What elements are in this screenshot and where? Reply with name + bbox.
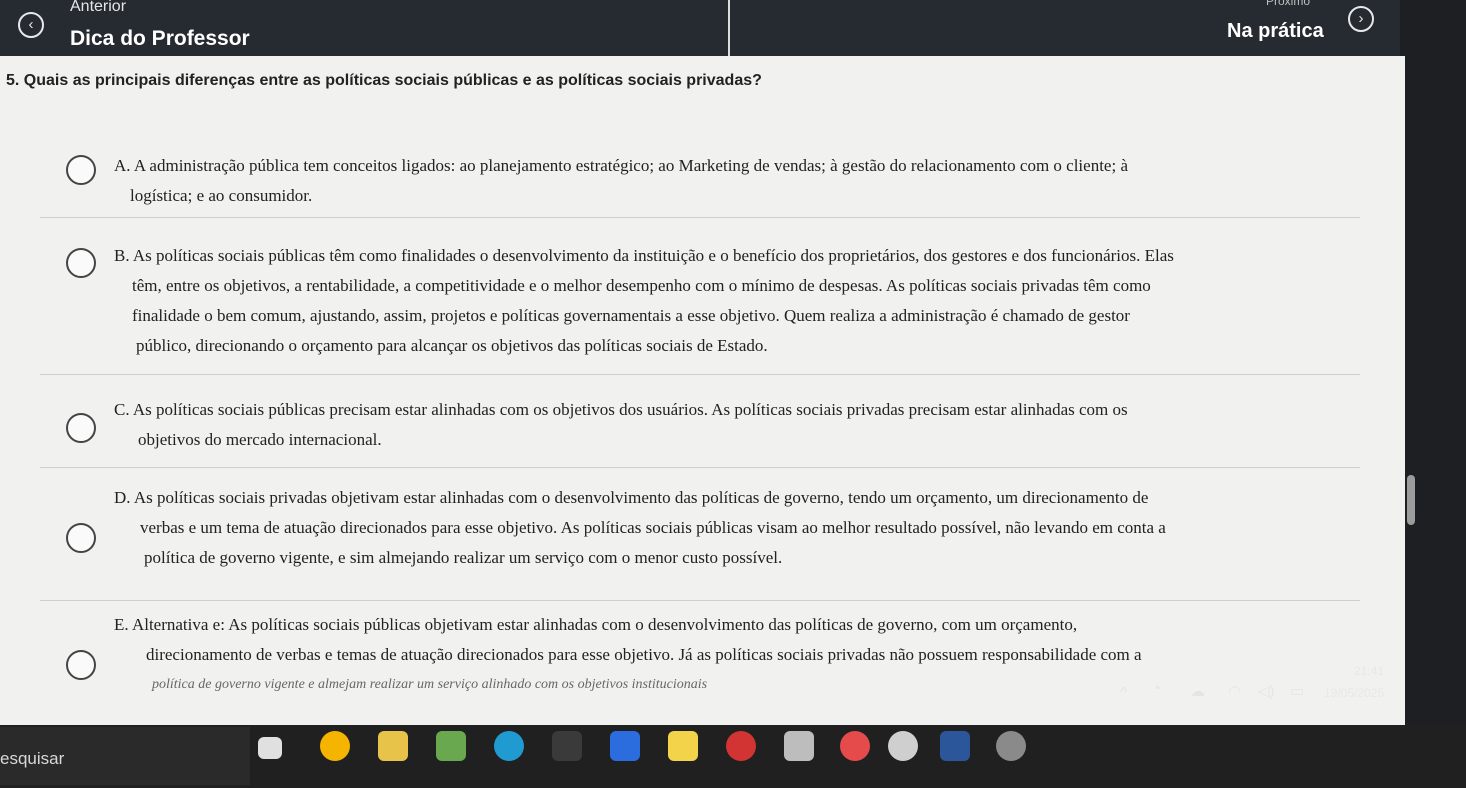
question-text: 5. Quais as principais diferenças entre …	[6, 72, 762, 89]
option-e-line-2: direcionamento de verbas e temas de atua…	[146, 645, 1142, 664]
option-b-line-3: finalidade o bem comum, ajustando, assim…	[132, 306, 1130, 325]
clock-date: 19/05/2025	[1324, 686, 1385, 700]
option-c-text: C. As políticas sociais públicas precisa…	[114, 395, 1350, 455]
wifi-icon[interactable]: ◠	[1228, 682, 1241, 700]
lesson-nav-bar: ‹ Anterior Dica do Professor Próximo Na …	[0, 0, 1400, 56]
radio-option-b[interactable]	[66, 248, 96, 278]
system-clock[interactable]: 21:41 19/05/2025	[1324, 664, 1384, 700]
headset-icon[interactable]	[888, 731, 918, 761]
calculator-icon[interactable]	[552, 731, 582, 761]
canva-icon[interactable]	[610, 731, 640, 761]
nav-divider	[728, 0, 730, 56]
edge-icon[interactable]	[494, 731, 524, 761]
option-c-line-2: objetivos do mercado internacional.	[138, 430, 382, 449]
option-a-line-2: logística; e ao consumidor.	[130, 186, 313, 205]
previous-title[interactable]: Dica do Professor	[70, 27, 250, 51]
option-e-line-3: política de governo vigente e almejam re…	[152, 677, 708, 692]
radio-option-e[interactable]	[66, 650, 96, 680]
option-separator	[40, 217, 1360, 218]
option-e-line-1: E. Alternativa e: As políticas sociais p…	[114, 615, 1078, 634]
question-panel: 5. Quais as principais diferenças entre …	[0, 56, 1405, 788]
radio-option-a[interactable]	[66, 155, 96, 185]
option-b-line-1: B. As políticas sociais públicas têm com…	[114, 246, 1174, 265]
option-b-line-2: têm, entre os objetivos, a rentabilidade…	[132, 276, 1151, 295]
file-explorer-icon[interactable]	[378, 731, 408, 761]
volume-icon[interactable]: ◁)	[1258, 682, 1275, 700]
files-icon[interactable]	[784, 731, 814, 761]
search-placeholder: esquisar	[0, 749, 65, 768]
previous-label: Anterior	[70, 0, 127, 15]
taskbar: esquisar	[0, 725, 1466, 788]
opera-gx-icon[interactable]	[840, 731, 870, 761]
radio-option-d[interactable]	[66, 523, 96, 553]
cloud-icon[interactable]: ☁	[1190, 682, 1205, 700]
page-scrollbar[interactable]	[1407, 475, 1415, 525]
option-separator	[40, 600, 1360, 601]
option-d-line-1: D. As políticas sociais privadas objetiv…	[114, 488, 1149, 507]
opera-icon[interactable]	[726, 731, 756, 761]
word-icon[interactable]	[940, 731, 970, 761]
option-e-text: E. Alternativa e: As políticas sociais p…	[114, 610, 1350, 700]
radio-option-c[interactable]	[66, 413, 96, 443]
chevron-up-icon[interactable]: ^	[1120, 684, 1127, 701]
battery-icon[interactable]: ▭	[1290, 682, 1304, 700]
option-separator	[40, 467, 1360, 468]
option-b-line-4: público, direcionando o orçamento para a…	[136, 336, 768, 355]
next-title[interactable]: Na prática	[1227, 20, 1324, 43]
option-d-line-3: política de governo vigente, e sim almej…	[144, 548, 783, 567]
option-separator	[40, 374, 1360, 375]
taskbar-search[interactable]: esquisar	[0, 727, 250, 785]
settings-icon[interactable]	[996, 731, 1026, 761]
sticky-notes-icon[interactable]	[668, 731, 698, 761]
option-d-text: D. As políticas sociais privadas objetiv…	[114, 483, 1350, 573]
clock-time: 21:41	[1354, 664, 1385, 678]
next-label: Próximo	[1266, 0, 1311, 8]
previous-button[interactable]: ‹	[18, 12, 44, 38]
option-a-text: A. A administração pública tem conceitos…	[114, 151, 1350, 211]
option-a-line-1: A. A administração pública tem conceitos…	[114, 156, 1128, 175]
option-b-text: B. As políticas sociais públicas têm com…	[114, 241, 1350, 361]
copilot-icon[interactable]: ◔	[1152, 680, 1161, 697]
minecraft-icon[interactable]	[436, 731, 466, 761]
option-d-line-2: verbas e um tema de atuação direcionados…	[140, 518, 1166, 537]
option-c-line-1: C. As políticas sociais públicas precisa…	[114, 400, 1128, 419]
chrome-icon[interactable]	[320, 731, 350, 761]
next-button[interactable]: ›	[1348, 6, 1374, 32]
task-view-icon[interactable]	[258, 737, 282, 759]
